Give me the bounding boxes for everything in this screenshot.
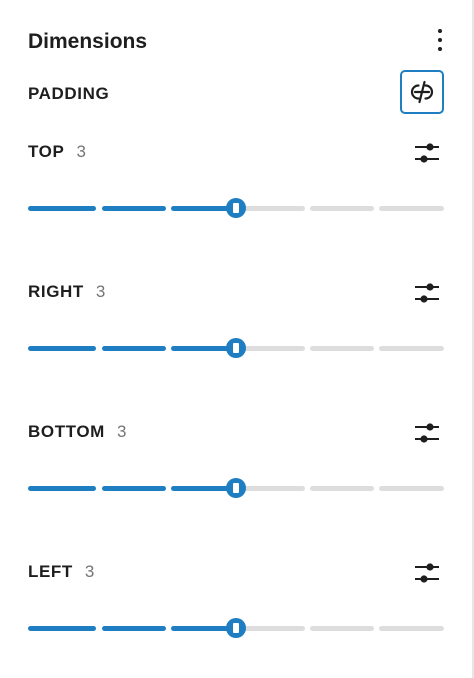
slider-segment	[28, 346, 96, 351]
slider-segment	[241, 626, 305, 631]
slider-thumb-notch	[233, 203, 239, 213]
padding-right-label: RIGHT	[28, 282, 84, 301]
more-vertical-icon	[438, 29, 442, 33]
padding-top-value: 3	[76, 142, 86, 161]
padding-left-header: LEFT 3	[28, 560, 94, 584]
dimensions-panel: Dimensions PADDING TOP 3 RIGHT 3 BOTTOM …	[0, 0, 474, 678]
slider-segment	[310, 486, 374, 491]
slider-thumb[interactable]	[226, 198, 246, 218]
padding-top-control: TOP 3	[28, 140, 446, 250]
slider-segment	[28, 486, 96, 491]
slider-segment	[241, 206, 305, 211]
slider-segment	[102, 486, 166, 491]
padding-right-slider[interactable]	[28, 336, 444, 360]
settings-sliders-icon[interactable]	[412, 278, 442, 308]
options-button[interactable]	[428, 24, 452, 56]
padding-right-header: RIGHT 3	[28, 280, 105, 304]
padding-top-header: TOP 3	[28, 140, 86, 164]
slider-segment	[310, 346, 374, 351]
slider-segment	[28, 206, 96, 211]
slider-thumb[interactable]	[226, 338, 246, 358]
padding-top-slider[interactable]	[28, 196, 444, 220]
panel-title: Dimensions	[28, 30, 148, 53]
slider-segment	[310, 206, 374, 211]
padding-left-value: 3	[84, 562, 95, 581]
padding-left-control: LEFT 3	[28, 560, 446, 670]
slider-segment	[241, 486, 305, 491]
slider-thumb-notch	[233, 623, 239, 633]
settings-sliders-icon[interactable]	[412, 558, 442, 588]
settings-sliders-icon[interactable]	[412, 418, 442, 448]
padding-left-label: LEFT	[28, 562, 73, 581]
slider-segment	[241, 346, 305, 351]
more-vertical-icon-dot	[438, 47, 442, 51]
padding-bottom-value: 3	[116, 422, 127, 441]
unlink-sides-icon	[410, 80, 434, 104]
slider-segment	[379, 486, 444, 491]
padding-bottom-header: BOTTOM 3	[28, 420, 126, 444]
slider-segment	[310, 626, 374, 631]
padding-right-value: 3	[95, 282, 106, 301]
slider-segment	[102, 626, 166, 631]
padding-bottom-label: BOTTOM	[28, 422, 105, 441]
slider-thumb-notch	[233, 343, 239, 353]
more-vertical-icon-dot	[438, 38, 442, 42]
slider-segment	[379, 206, 444, 211]
settings-sliders-icon[interactable]	[412, 138, 442, 168]
slider-thumb-notch	[233, 483, 239, 493]
slider-segment	[379, 346, 444, 351]
slider-segment	[28, 626, 96, 631]
padding-label: PADDING	[28, 84, 110, 103]
panel-header: Dimensions	[28, 28, 446, 56]
slider-segment	[102, 206, 166, 211]
slider-segment	[379, 626, 444, 631]
padding-top-label: TOP	[28, 142, 65, 161]
unlink-sides-button[interactable]	[400, 70, 444, 114]
slider-thumb[interactable]	[226, 478, 246, 498]
padding-bottom-slider[interactable]	[28, 476, 444, 500]
padding-right-control: RIGHT 3	[28, 280, 446, 390]
padding-left-slider[interactable]	[28, 616, 444, 640]
padding-bottom-control: BOTTOM 3	[28, 420, 446, 530]
slider-thumb[interactable]	[226, 618, 246, 638]
slider-segment	[102, 346, 166, 351]
